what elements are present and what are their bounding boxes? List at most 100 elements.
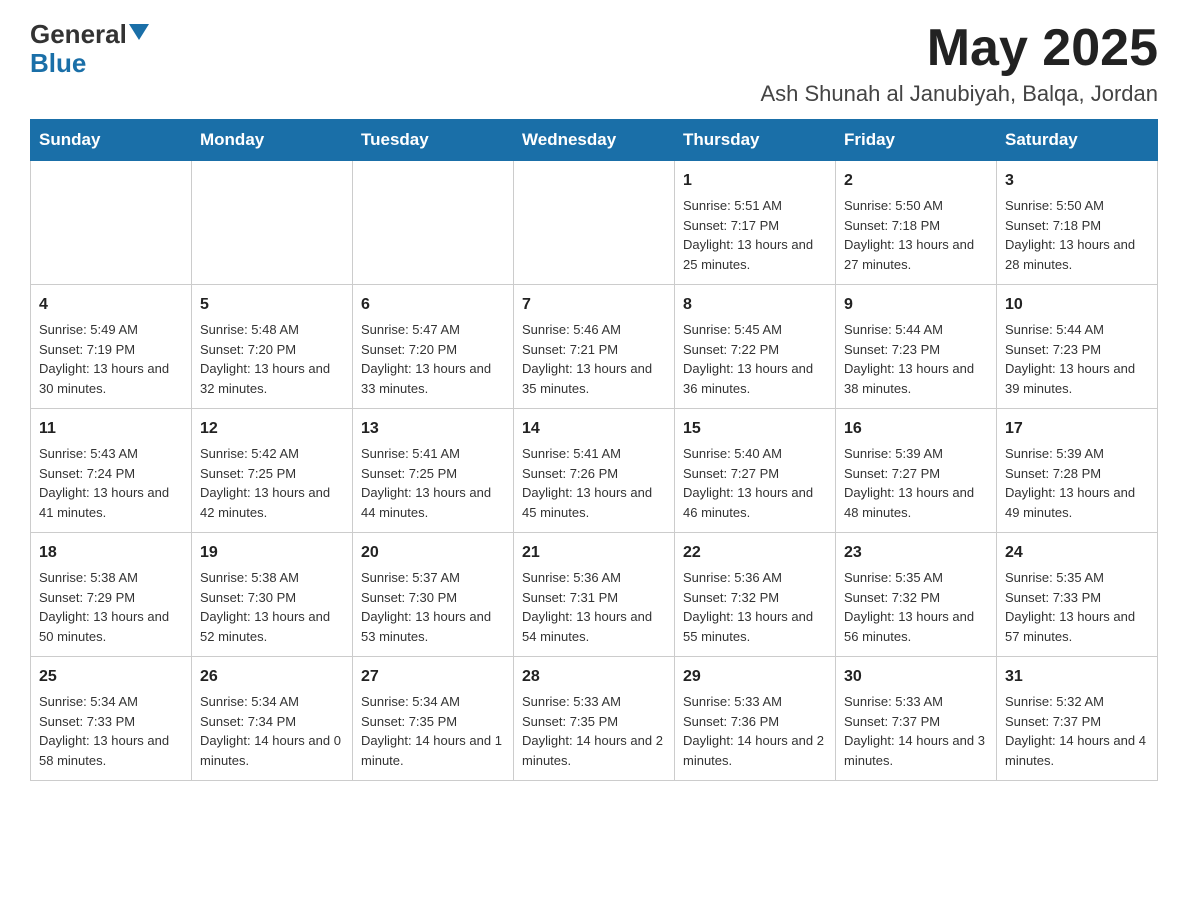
day-number: 5 — [200, 293, 344, 317]
calendar-week-row: 4 Sunrise: 5:49 AM Sunset: 7:19 PM Daylig… — [31, 285, 1158, 409]
calendar-week-row: 18 Sunrise: 5:38 AM Sunset: 7:29 PM Dayli… — [31, 533, 1158, 657]
day-info: Sunrise: 5:32 AM Sunset: 7:37 PM Dayligh… — [1005, 692, 1149, 770]
calendar-cell: 8 Sunrise: 5:45 AM Sunset: 7:22 PM Daylig… — [675, 285, 836, 409]
calendar-cell: 1 Sunrise: 5:51 AM Sunset: 7:17 PM Daylig… — [675, 161, 836, 285]
calendar-cell: 23Sunrise: 5:35 AM Sunset: 7:32 PM Dayli… — [836, 533, 997, 657]
day-number: 27 — [361, 665, 505, 689]
calendar-cell — [353, 161, 514, 285]
day-number: 1 — [683, 169, 827, 193]
day-number: 21 — [522, 541, 666, 565]
page-header: General Blue May 2025 Ash Shunah al Janu… — [30, 20, 1158, 107]
day-info: Sunrise: 5:44 AM Sunset: 7:23 PM Dayligh… — [844, 320, 988, 398]
calendar-cell: 31 Sunrise: 5:32 AM Sunset: 7:37 PM Dayli… — [997, 657, 1158, 781]
days-of-week-row: SundayMondayTuesdayWednesdayThursdayFrid… — [31, 120, 1158, 161]
day-info: Sunrise: 5:33 AM Sunset: 7:37 PM Dayligh… — [844, 692, 988, 770]
logo-blue-text: Blue — [30, 49, 149, 78]
day-number: 15 — [683, 417, 827, 441]
day-number: 20 — [361, 541, 505, 565]
day-of-week-header: Monday — [192, 120, 353, 161]
calendar-week-row: 11Sunrise: 5:43 AM Sunset: 7:24 PM Dayli… — [31, 409, 1158, 533]
calendar-cell: 9Sunrise: 5:44 AM Sunset: 7:23 PM Daylig… — [836, 285, 997, 409]
day-number: 24 — [1005, 541, 1149, 565]
day-number: 14 — [522, 417, 666, 441]
day-number: 17 — [1005, 417, 1149, 441]
day-info: Sunrise: 5:35 AM Sunset: 7:32 PM Dayligh… — [844, 568, 988, 646]
day-info: Sunrise: 5:45 AM Sunset: 7:22 PM Dayligh… — [683, 320, 827, 398]
day-of-week-header: Wednesday — [514, 120, 675, 161]
calendar-cell: 15 Sunrise: 5:40 AM Sunset: 7:27 PM Dayli… — [675, 409, 836, 533]
calendar-cell: 7 Sunrise: 5:46 AM Sunset: 7:21 PM Daylig… — [514, 285, 675, 409]
day-info: Sunrise: 5:51 AM Sunset: 7:17 PM Dayligh… — [683, 196, 827, 274]
calendar-cell: 17 Sunrise: 5:39 AM Sunset: 7:28 PM Dayli… — [997, 409, 1158, 533]
day-number: 3 — [1005, 169, 1149, 193]
calendar-cell: 3Sunrise: 5:50 AM Sunset: 7:18 PM Daylig… — [997, 161, 1158, 285]
logo-general: General — [30, 20, 149, 49]
day-info: Sunrise: 5:33 AM Sunset: 7:36 PM Dayligh… — [683, 692, 827, 770]
calendar-cell: 27 Sunrise: 5:34 AM Sunset: 7:35 PM Dayli… — [353, 657, 514, 781]
day-number: 8 — [683, 293, 827, 317]
day-of-week-header: Sunday — [31, 120, 192, 161]
day-number: 16 — [844, 417, 988, 441]
day-info: Sunrise: 5:49 AM Sunset: 7:19 PM Dayligh… — [39, 320, 183, 398]
calendar-cell: 26 Sunrise: 5:34 AM Sunset: 7:34 PM Dayli… — [192, 657, 353, 781]
day-number: 26 — [200, 665, 344, 689]
location-title: Ash Shunah al Janubiyah, Balqa, Jordan — [760, 81, 1158, 107]
calendar-cell: 11Sunrise: 5:43 AM Sunset: 7:24 PM Dayli… — [31, 409, 192, 533]
day-number: 2 — [844, 169, 988, 193]
calendar-cell: 5 Sunrise: 5:48 AM Sunset: 7:20 PM Daylig… — [192, 285, 353, 409]
logo: General Blue — [30, 20, 149, 77]
day-number: 12 — [200, 417, 344, 441]
day-info: Sunrise: 5:36 AM Sunset: 7:31 PM Dayligh… — [522, 568, 666, 646]
day-info: Sunrise: 5:41 AM Sunset: 7:25 PM Dayligh… — [361, 444, 505, 522]
day-number: 7 — [522, 293, 666, 317]
calendar-cell: 12Sunrise: 5:42 AM Sunset: 7:25 PM Dayli… — [192, 409, 353, 533]
day-info: Sunrise: 5:34 AM Sunset: 7:35 PM Dayligh… — [361, 692, 505, 770]
calendar-cell — [31, 161, 192, 285]
calendar-cell — [192, 161, 353, 285]
calendar-cell: 4 Sunrise: 5:49 AM Sunset: 7:19 PM Daylig… — [31, 285, 192, 409]
calendar-cell: 24 Sunrise: 5:35 AM Sunset: 7:33 PM Dayli… — [997, 533, 1158, 657]
day-number: 31 — [1005, 665, 1149, 689]
day-info: Sunrise: 5:48 AM Sunset: 7:20 PM Dayligh… — [200, 320, 344, 398]
day-info: Sunrise: 5:39 AM Sunset: 7:27 PM Dayligh… — [844, 444, 988, 522]
day-info: Sunrise: 5:35 AM Sunset: 7:33 PM Dayligh… — [1005, 568, 1149, 646]
day-info: Sunrise: 5:39 AM Sunset: 7:28 PM Dayligh… — [1005, 444, 1149, 522]
day-number: 25 — [39, 665, 183, 689]
day-number: 29 — [683, 665, 827, 689]
calendar-table: SundayMondayTuesdayWednesdayThursdayFrid… — [30, 119, 1158, 781]
day-number: 4 — [39, 293, 183, 317]
day-info: Sunrise: 5:37 AM Sunset: 7:30 PM Dayligh… — [361, 568, 505, 646]
calendar-header: SundayMondayTuesdayWednesdayThursdayFrid… — [31, 120, 1158, 161]
calendar-cell: 30 Sunrise: 5:33 AM Sunset: 7:37 PM Dayli… — [836, 657, 997, 781]
calendar-cell: 10Sunrise: 5:44 AM Sunset: 7:23 PM Dayli… — [997, 285, 1158, 409]
day-info: Sunrise: 5:38 AM Sunset: 7:29 PM Dayligh… — [39, 568, 183, 646]
day-info: Sunrise: 5:40 AM Sunset: 7:27 PM Dayligh… — [683, 444, 827, 522]
calendar-cell: 6Sunrise: 5:47 AM Sunset: 7:20 PM Daylig… — [353, 285, 514, 409]
day-info: Sunrise: 5:34 AM Sunset: 7:33 PM Dayligh… — [39, 692, 183, 770]
calendar-week-row: 25 Sunrise: 5:34 AM Sunset: 7:33 PM Dayli… — [31, 657, 1158, 781]
calendar-cell: 22 Sunrise: 5:36 AM Sunset: 7:32 PM Dayli… — [675, 533, 836, 657]
day-info: Sunrise: 5:38 AM Sunset: 7:30 PM Dayligh… — [200, 568, 344, 646]
calendar-cell: 25 Sunrise: 5:34 AM Sunset: 7:33 PM Dayli… — [31, 657, 192, 781]
day-number: 18 — [39, 541, 183, 565]
day-number: 30 — [844, 665, 988, 689]
day-number: 13 — [361, 417, 505, 441]
calendar-body: 1 Sunrise: 5:51 AM Sunset: 7:17 PM Daylig… — [31, 161, 1158, 781]
calendar-cell: 2Sunrise: 5:50 AM Sunset: 7:18 PM Daylig… — [836, 161, 997, 285]
day-number: 22 — [683, 541, 827, 565]
day-info: Sunrise: 5:43 AM Sunset: 7:24 PM Dayligh… — [39, 444, 183, 522]
calendar-cell: 20 Sunrise: 5:37 AM Sunset: 7:30 PM Dayli… — [353, 533, 514, 657]
calendar-cell: 29 Sunrise: 5:33 AM Sunset: 7:36 PM Dayli… — [675, 657, 836, 781]
calendar-cell: 13 Sunrise: 5:41 AM Sunset: 7:25 PM Dayli… — [353, 409, 514, 533]
day-of-week-header: Tuesday — [353, 120, 514, 161]
day-info: Sunrise: 5:36 AM Sunset: 7:32 PM Dayligh… — [683, 568, 827, 646]
day-info: Sunrise: 5:47 AM Sunset: 7:20 PM Dayligh… — [361, 320, 505, 398]
calendar-cell: 14Sunrise: 5:41 AM Sunset: 7:26 PM Dayli… — [514, 409, 675, 533]
calendar-cell: 18 Sunrise: 5:38 AM Sunset: 7:29 PM Dayli… — [31, 533, 192, 657]
day-info: Sunrise: 5:46 AM Sunset: 7:21 PM Dayligh… — [522, 320, 666, 398]
day-of-week-header: Friday — [836, 120, 997, 161]
title-block: May 2025 Ash Shunah al Janubiyah, Balqa,… — [760, 20, 1158, 107]
day-of-week-header: Saturday — [997, 120, 1158, 161]
day-info: Sunrise: 5:34 AM Sunset: 7:34 PM Dayligh… — [200, 692, 344, 770]
logo-triangle-icon — [129, 24, 149, 40]
